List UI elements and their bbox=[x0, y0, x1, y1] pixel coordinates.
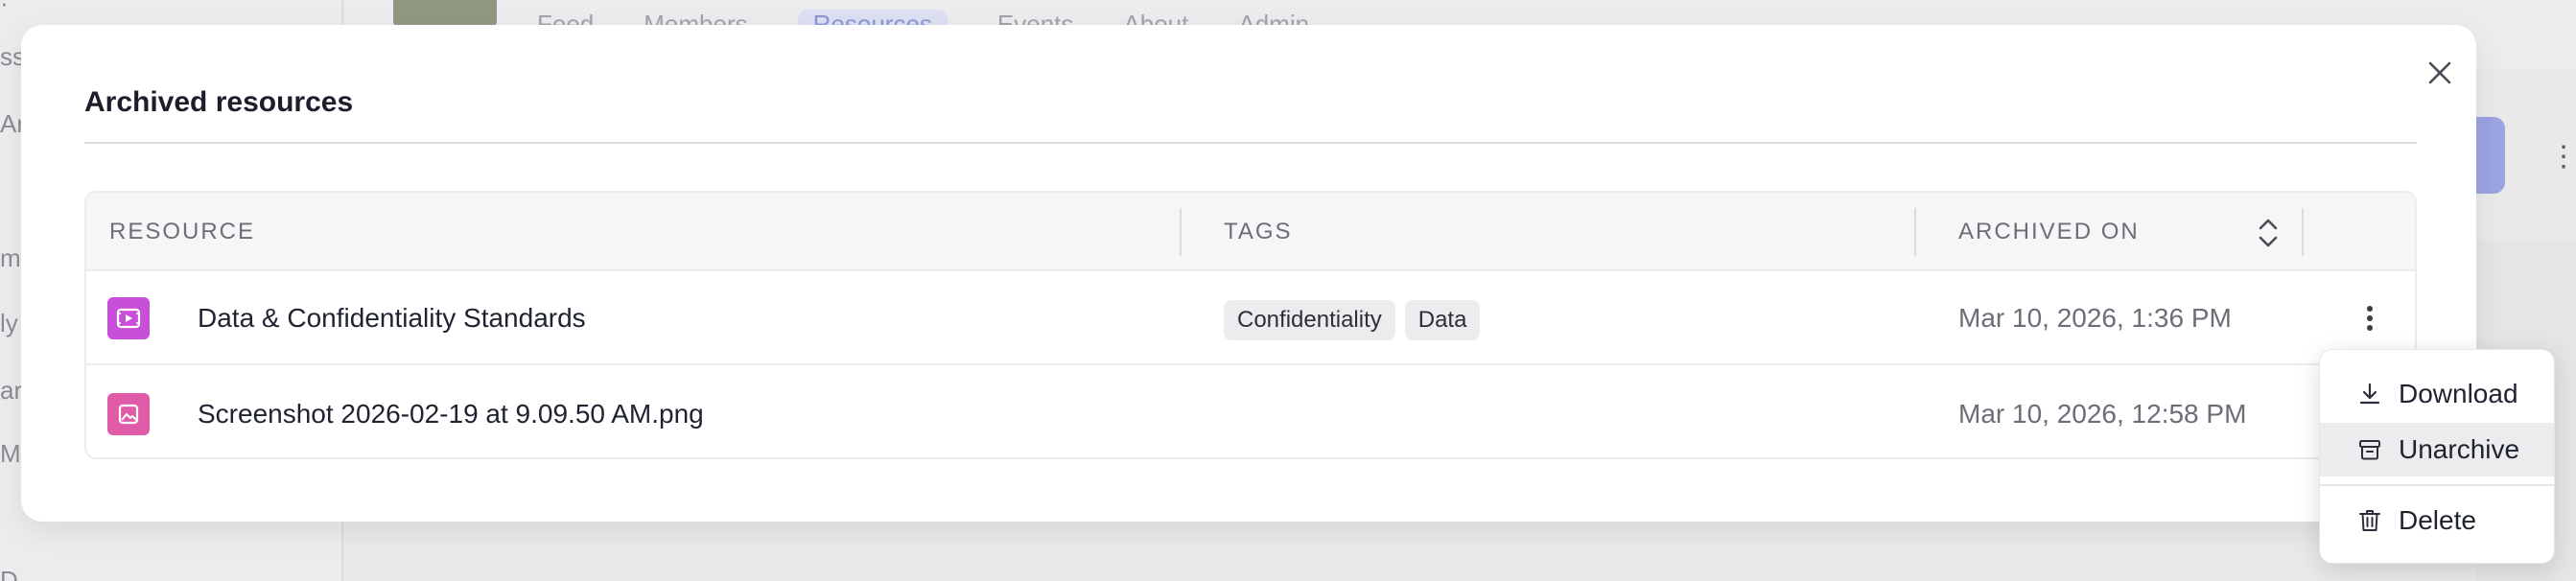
sidebar-fragment: · bbox=[0, 0, 9, 17]
close-icon bbox=[2428, 61, 2451, 84]
column-divider bbox=[1914, 208, 1916, 256]
menu-item-delete[interactable]: Delete bbox=[2320, 494, 2554, 547]
row-actions-button[interactable] bbox=[2346, 294, 2394, 342]
menu-item-download[interactable]: Download bbox=[2320, 367, 2554, 421]
title-divider bbox=[84, 142, 2417, 144]
sidebar-fragment: ar bbox=[0, 376, 23, 405]
menu-item-unarchive[interactable]: Unarchive bbox=[2320, 423, 2554, 476]
modal-title: Archived resources bbox=[84, 86, 354, 118]
close-button[interactable] bbox=[2419, 52, 2461, 94]
column-header-archived-on[interactable]: ARCHIVED ON bbox=[1958, 193, 2140, 271]
download-icon bbox=[2359, 383, 2380, 405]
resources-table: RESOURCE TAGS ARCHIVED ON Data & Confide… bbox=[84, 191, 2417, 459]
column-divider bbox=[2302, 208, 2304, 256]
group-thumbnail bbox=[393, 0, 497, 27]
trash-icon bbox=[2359, 510, 2380, 531]
sidebar-fragment: M bbox=[0, 439, 21, 468]
archived-date: Mar 10, 2026, 1:36 PM bbox=[1958, 303, 2232, 333]
archive-box-icon bbox=[2359, 440, 2380, 460]
table-header: RESOURCE TAGS ARCHIVED ON bbox=[86, 193, 2415, 271]
sort-icon[interactable] bbox=[2254, 214, 2283, 252]
resource-name[interactable]: Screenshot 2026-02-19 at 9.09.50 AM.png bbox=[198, 367, 704, 457]
menu-separator bbox=[2320, 484, 2554, 486]
video-file-icon bbox=[107, 297, 150, 339]
row-actions-menu: Download Unarchive Delete bbox=[2319, 349, 2555, 564]
table-row[interactable]: Screenshot 2026-02-19 at 9.09.50 AM.png … bbox=[86, 367, 2415, 457]
more-vertical-icon bbox=[2367, 306, 2373, 331]
more-vertical-icon: ⋮ bbox=[2549, 141, 2576, 173]
tag-list: Confidentiality Data bbox=[1224, 300, 1481, 340]
column-header-tags: TAGS bbox=[1224, 219, 1293, 244]
table-row[interactable]: Data & Confidentiality Standards Confide… bbox=[86, 271, 2415, 365]
tag: Data bbox=[1404, 300, 1481, 340]
sidebar-fragment: D bbox=[0, 566, 18, 581]
resource-name[interactable]: Data & Confidentiality Standards bbox=[198, 271, 586, 365]
column-divider bbox=[1180, 208, 1182, 256]
menu-item-label: Unarchive bbox=[2399, 434, 2520, 464]
archived-date: Mar 10, 2026, 12:58 PM bbox=[1958, 399, 2247, 429]
column-header-resource: RESOURCE bbox=[109, 219, 256, 244]
archived-resources-modal: Archived resources RESOURCE TAGS ARCHIVE… bbox=[21, 25, 2476, 522]
tag: Confidentiality bbox=[1224, 300, 1395, 340]
menu-item-label: Delete bbox=[2399, 505, 2476, 535]
image-file-icon bbox=[107, 393, 150, 435]
menu-item-label: Download bbox=[2399, 379, 2518, 408]
sidebar-fragment: ly bbox=[0, 309, 18, 337]
